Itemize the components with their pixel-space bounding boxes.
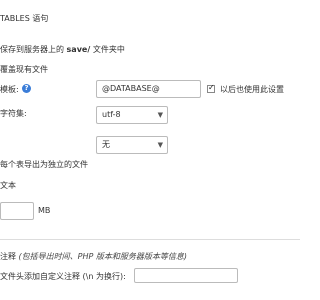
separate-files-label[interactable]: 每个表导出为独立的文件 [0, 159, 88, 170]
save-on-server-label[interactable]: 保存到服务器上的 save/ 文件夹中 [0, 44, 125, 55]
drop-tables-label: TABLES 语句 [0, 14, 49, 23]
help-icon[interactable]: ? [22, 84, 31, 93]
as-text-label[interactable]: 文本 [0, 180, 16, 191]
chevron-down-icon: ▼ [157, 141, 163, 149]
charset-select[interactable]: utf-8 ▼ [96, 106, 168, 124]
remember-template-label[interactable]: 以后也使用此设置 [220, 84, 284, 95]
size-unit-label: MB [38, 206, 51, 215]
save-suffix: 文件夹中 [90, 45, 125, 54]
comments-hint: (包括导出时间、PHP 版本和服务器版本等信息) [18, 252, 187, 261]
remember-template-checkbox[interactable] [207, 83, 215, 93]
overwrite-label[interactable]: 覆盖现有文件 [0, 64, 48, 75]
comments-label: 注释 [0, 252, 16, 261]
compression-value: 无 [102, 140, 110, 149]
save-dir: save/ [66, 45, 91, 54]
comments-row[interactable]: 注释 (包括导出时间、PHP 版本和服务器版本等信息) [0, 251, 187, 262]
max-size-input[interactable] [0, 202, 34, 220]
charset-label: 字符集: [0, 109, 27, 118]
custom-comment-input[interactable] [134, 268, 238, 283]
save-prefix: 保存到服务器上的 [0, 45, 67, 54]
charset-value: utf-8 [102, 110, 121, 119]
template-input[interactable]: @DATABASE@ [96, 80, 201, 98]
template-label: 模板: [0, 85, 19, 94]
custom-comment-label: 文件头添加自定义注释 (\n 为换行): [0, 272, 126, 281]
bottom-fade [0, 286, 300, 300]
chevron-down-icon: ▼ [157, 111, 163, 119]
compression-select[interactable]: 无 ▼ [96, 136, 168, 154]
section-divider [0, 239, 300, 240]
